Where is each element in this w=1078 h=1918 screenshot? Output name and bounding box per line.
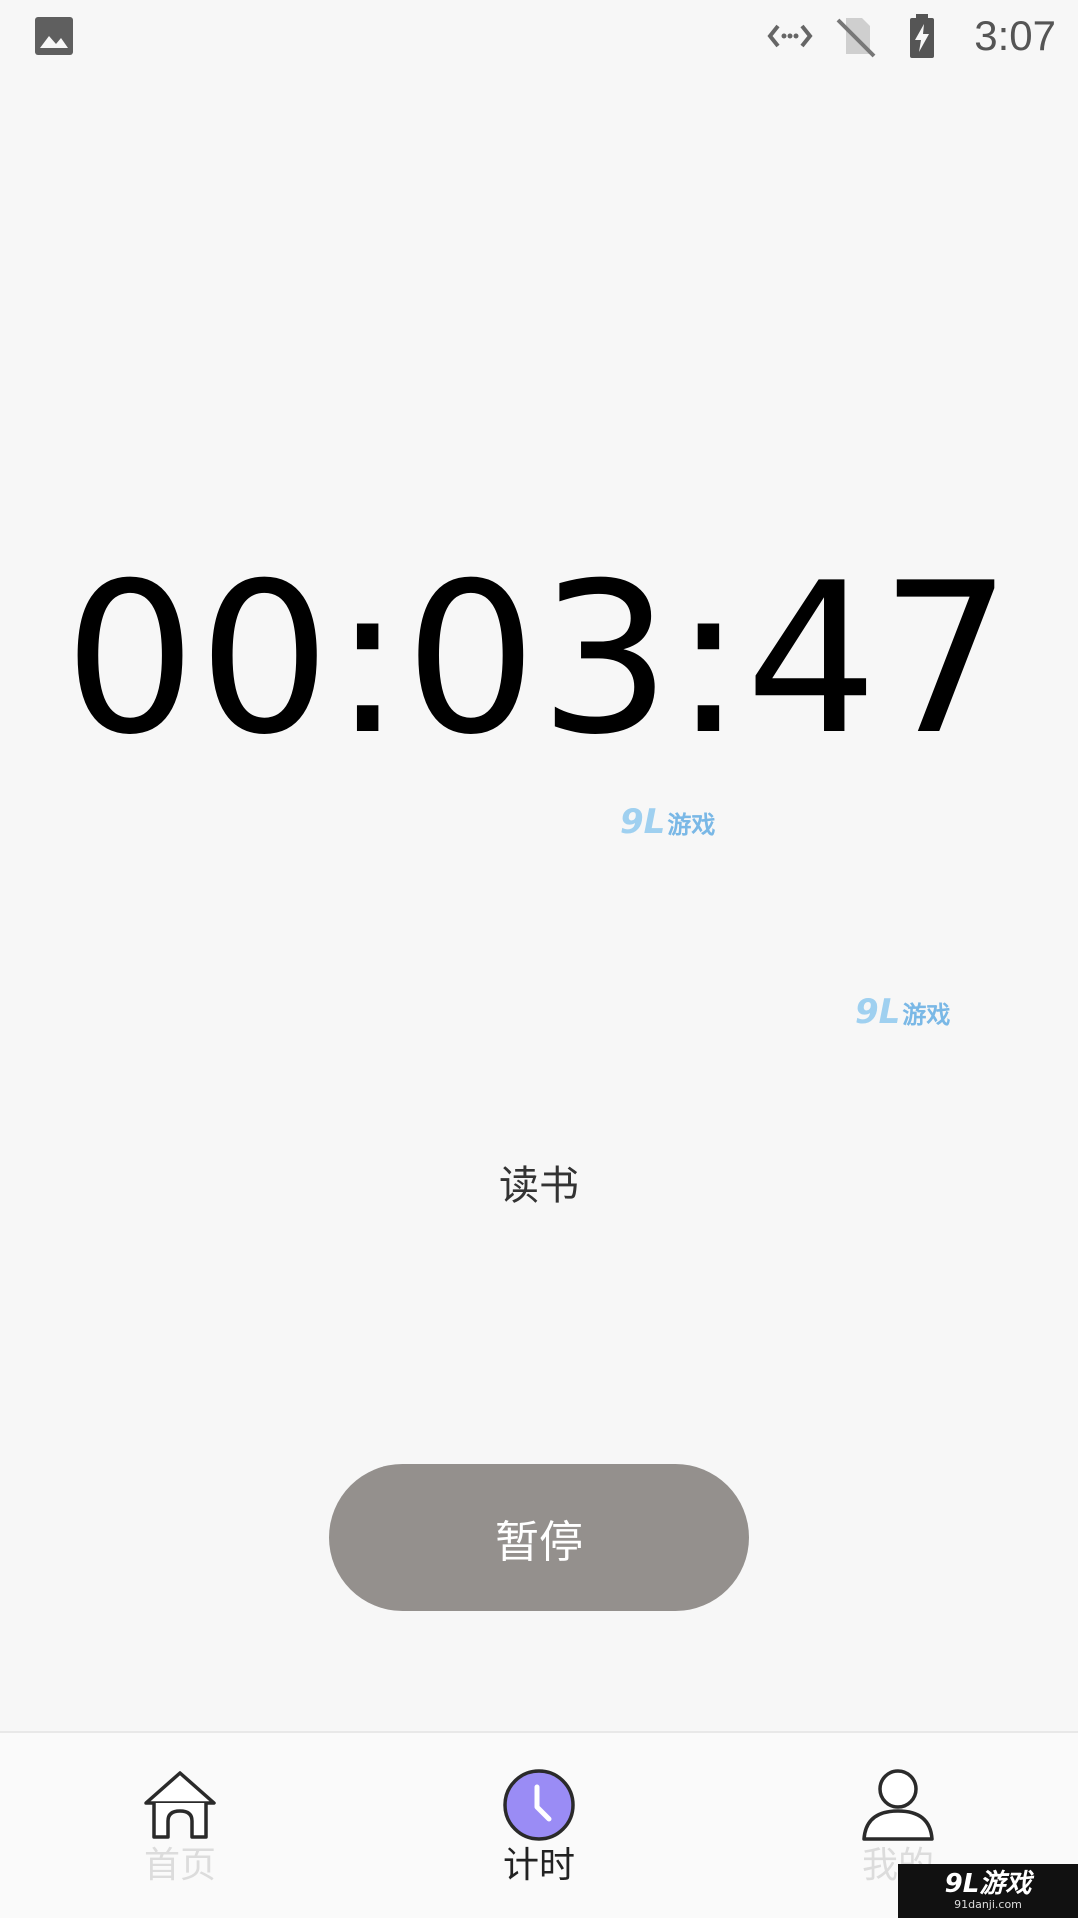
nav-label-home: 首页: [143, 1845, 216, 1886]
data-transfer-icon: [767, 24, 813, 48]
battery-charging-icon: [910, 14, 935, 58]
corner-logo-sub: 91danji.com: [954, 1898, 1022, 1911]
watermark-main: 9L: [620, 802, 666, 842]
pause-button[interactable]: 暂停: [329, 1464, 749, 1611]
status-time: 3:07: [974, 12, 1056, 59]
timer-display: 00:03:47: [63, 539, 1015, 781]
status-icons: 3:07: [766, 10, 1056, 62]
no-sim-icon: [836, 18, 876, 58]
task-label: 读书: [499, 1163, 579, 1209]
person-icon: [862, 1769, 934, 1841]
nav-item-timer[interactable]: 计时: [459, 1767, 619, 1907]
watermark-sub: 游戏: [667, 811, 716, 839]
corner-watermark-logo: 9L游戏 91danji.com: [898, 1864, 1078, 1918]
watermark-logo: 9L 游戏: [855, 992, 950, 1032]
watermark-main: 9L: [855, 992, 901, 1032]
status-bar: 3:07: [0, 0, 1078, 72]
gallery-icon: [35, 17, 73, 55]
home-icon: [144, 1771, 216, 1839]
watermark-sub: 游戏: [902, 1001, 951, 1029]
clock-icon: [503, 1769, 575, 1841]
app-screen: 3:07 00:03:47 9L 游戏 9L 游戏 读书 暂停 首页 计时 9L…: [0, 0, 1078, 1918]
watermark-logo: 9L 游戏: [620, 802, 715, 842]
corner-logo-main: 9L游戏: [944, 1869, 1032, 1899]
nav-label-timer: 计时: [502, 1845, 575, 1886]
nav-item-home[interactable]: 首页: [100, 1767, 260, 1907]
